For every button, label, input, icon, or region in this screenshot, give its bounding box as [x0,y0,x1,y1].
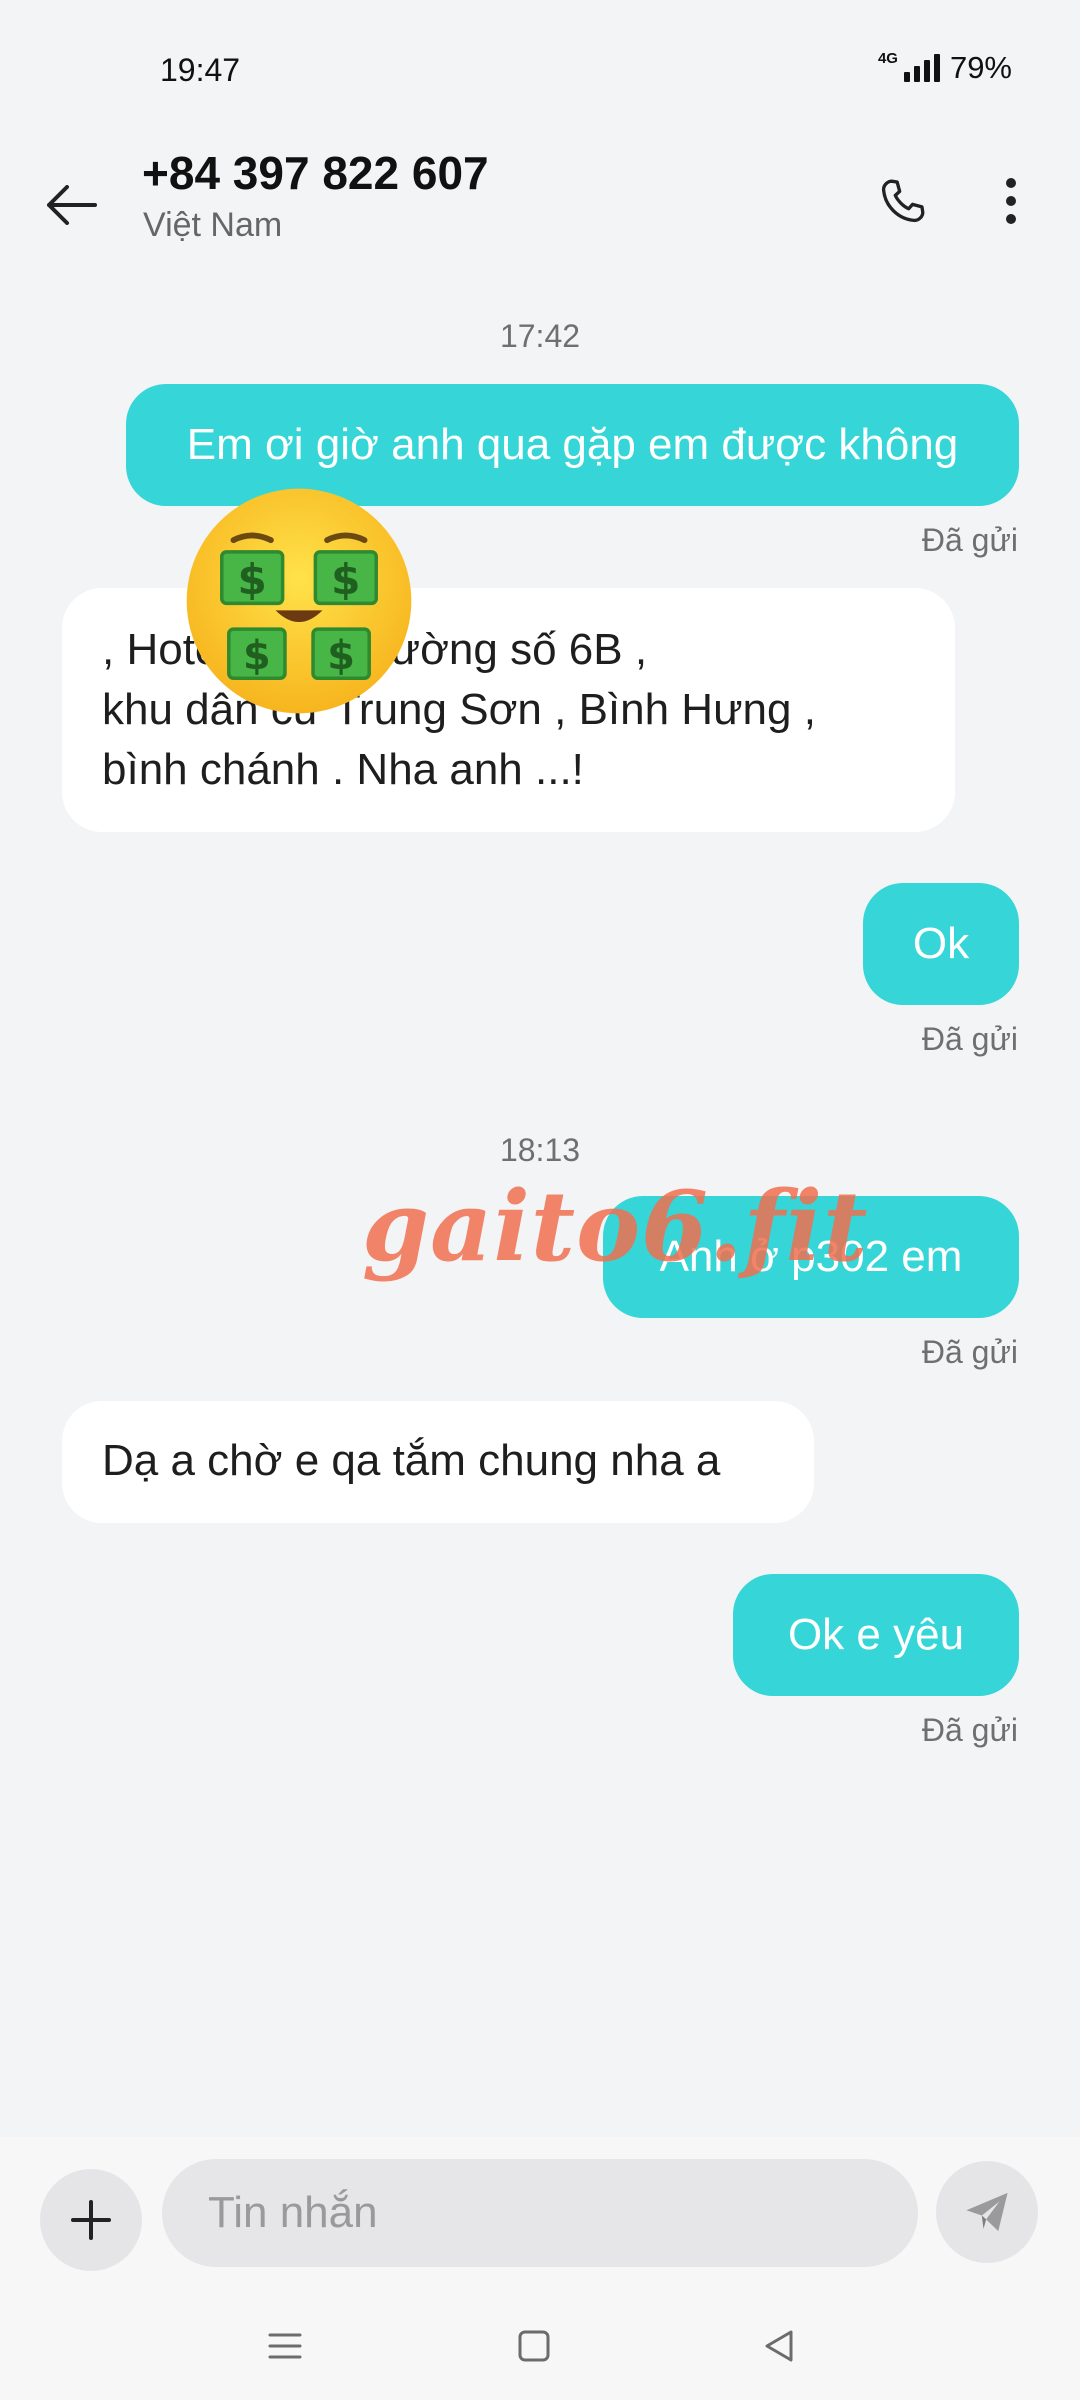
message-sent-status: Đã gửi [921,1021,1018,1057]
message-input[interactable] [162,2159,918,2267]
signal-icon [903,54,940,82]
back-nav-button[interactable] [740,2311,820,2381]
message-text-line: Dạ a chờ e qa tắm chung nha a [102,1436,721,1485]
status-time: 19:47 [160,52,241,88]
plus-icon [71,2200,111,2240]
message-text: Ok e yêu [787,1610,965,1659]
message-sent-status: Đã gửi [921,1712,1018,1748]
money-mouth-emoji-icon: $ $ $ $ [186,488,412,714]
watermark-text: gaito6.fit [362,1170,869,1283]
home-button[interactable] [494,2311,574,2381]
send-button[interactable] [936,2161,1038,2263]
svg-text:$: $ [238,555,267,604]
recent-apps-button[interactable] [245,2311,325,2381]
message-text-line: bình chánh . Nha anh ...! [102,745,584,794]
triangle-back-icon [765,2330,793,2362]
svg-text:$: $ [243,633,271,679]
back-button[interactable] [36,170,106,240]
message-timestamp: 17:42 [499,318,581,354]
contact-country: Việt Nam [143,206,283,244]
message-sent-status: Đã gửi [921,1334,1018,1370]
square-icon [518,2330,550,2362]
more-options-button[interactable] [976,166,1046,236]
battery-percent: 79% [949,50,1012,85]
message-text: Em ơi giờ anh qua gặp em được không [186,420,959,469]
system-navigation-bar [0,2287,1080,2400]
conversation-header: +84 397 822 607 Việt Nam [0,140,1080,310]
more-vertical-icon [1006,178,1016,224]
conversation-screen: 19:47 4G 79% +84 397 822 607 Việt Nam 17… [0,0,1080,2400]
call-button[interactable] [868,166,938,236]
status-indicators: 4G 79% [878,50,1012,86]
network-type-label: 4G [877,49,898,67]
menu-icon [268,2333,302,2359]
contact-name: +84 397 822 607 [142,147,489,199]
status-bar: 19:47 4G 79% [0,0,1080,140]
message-sent-status: Đã gửi [921,522,1018,558]
send-icon [966,2192,1008,2232]
message-text: Ok [912,919,970,968]
sent-message-bubble[interactable]: Ok [863,883,1019,1005]
svg-text:$: $ [331,555,360,604]
svg-text:$: $ [327,633,355,679]
message-composer [0,2137,1080,2287]
received-message-bubble[interactable]: Dạ a chờ e qa tắm chung nha a [62,1401,814,1523]
add-attachment-button[interactable] [40,2169,142,2271]
back-arrow-icon [47,185,97,225]
phone-icon [881,179,925,223]
message-timestamp: 18:13 [499,1132,581,1168]
sent-message-bubble[interactable]: Ok e yêu [733,1574,1019,1696]
